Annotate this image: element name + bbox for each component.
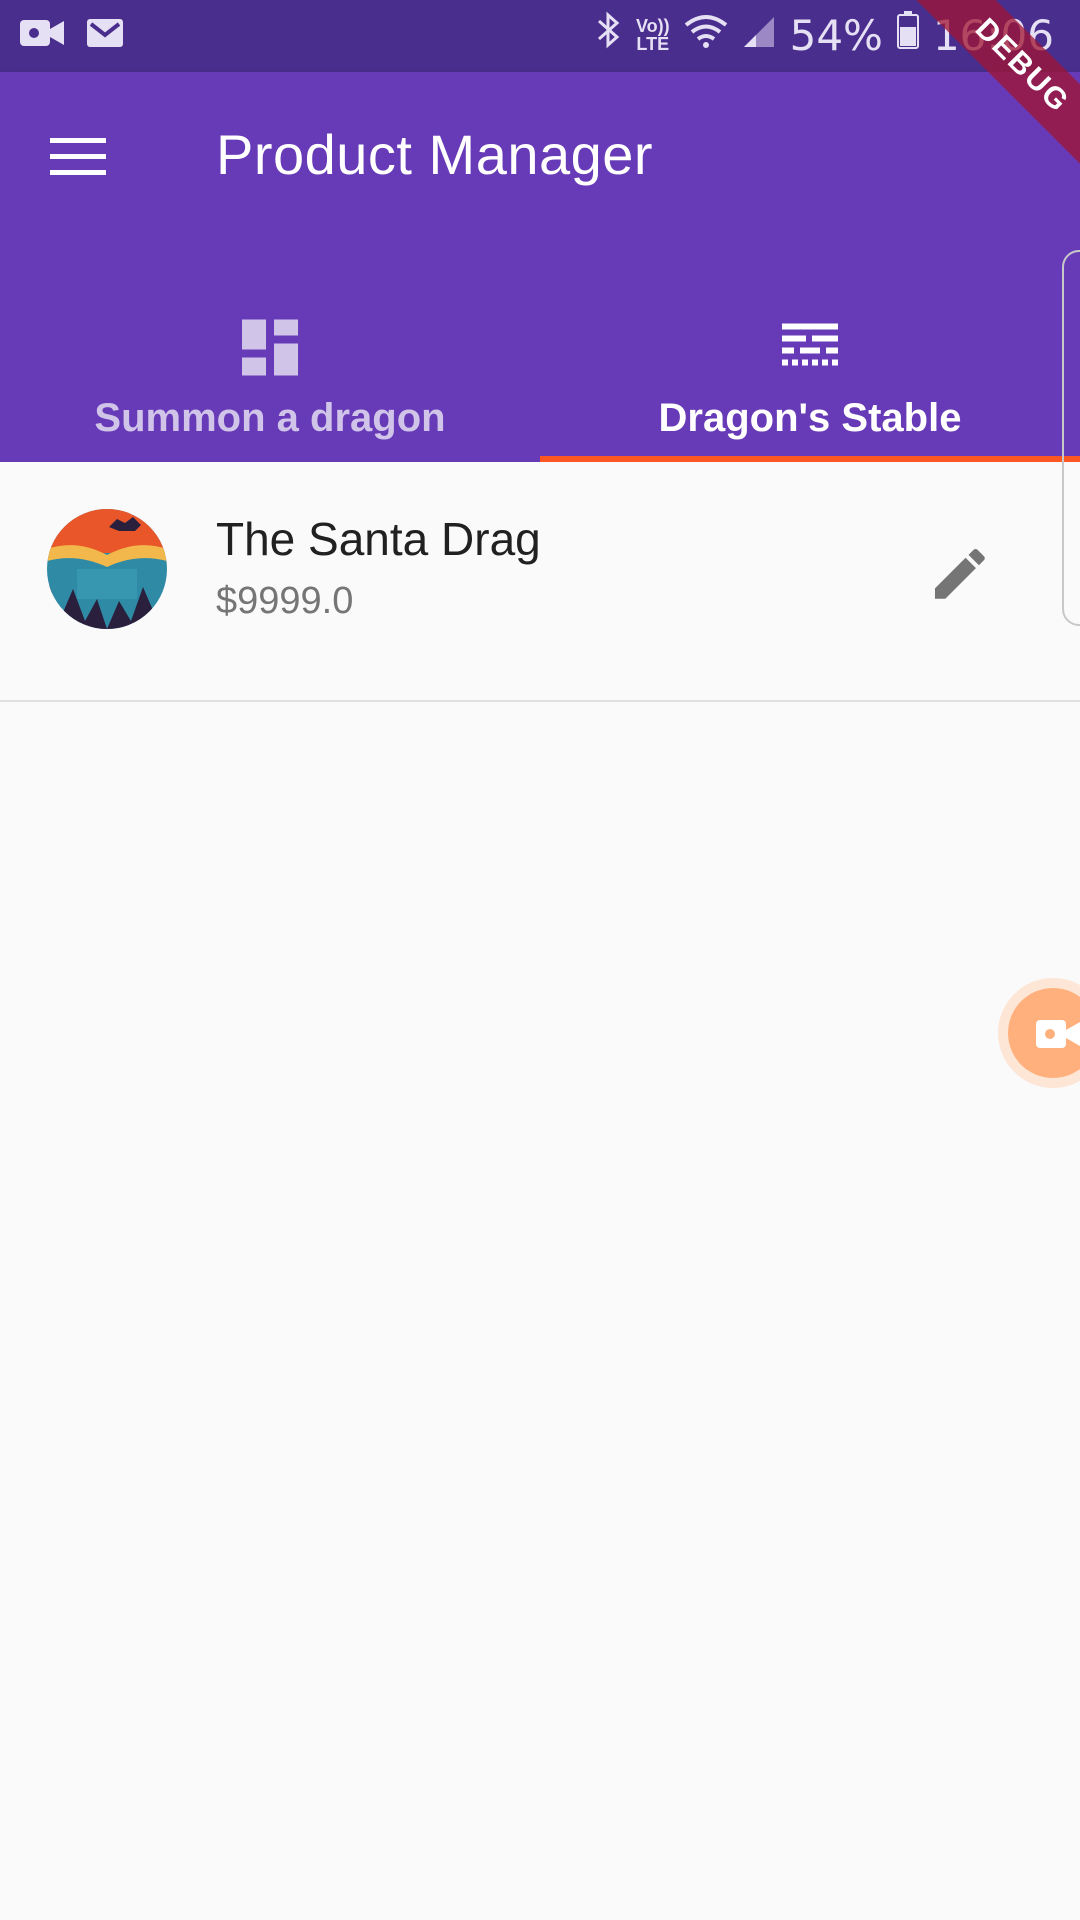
app-bar: Product Manager Summon a dragon Dragon's… [0,72,1080,462]
volte-bottom-label: LTE [636,34,670,54]
tab-label: Dragon's Stable [658,396,962,440]
battery-icon [896,11,919,59]
video-record-icon [1036,1020,1080,1053]
edge-panel-handle[interactable] [1062,250,1080,626]
menu-icon [50,138,106,182]
product-avatar [47,509,167,629]
battery-percent: 54% [789,10,883,60]
signal-icon [742,11,776,59]
bluetooth-icon [596,10,622,60]
product-title: The Santa Drag [216,513,541,565]
product-list-item[interactable]: The Santa Drag $9999.0 [0,462,1080,702]
record-bubble-inner [1008,988,1080,1078]
dashboard-icon [242,319,298,381]
page-title: Product Manager [216,123,654,186]
tab-summon-a-dragon[interactable]: Summon a dragon [0,272,540,462]
status-notifications [20,16,124,55]
product-price: $9999.0 [216,580,354,622]
mail-icon [86,17,124,54]
wifi-icon [684,11,728,59]
status-bar: Vo)) LTE 54% [0,0,1080,72]
tab-dragons-stable[interactable]: Dragon's Stable [540,272,1080,462]
video-camera-icon [20,16,64,55]
storage-icon [782,323,838,377]
edit-product-button[interactable] [920,534,1000,614]
edit-icon [920,548,1000,618]
volte-icon: Vo)) LTE [636,17,670,53]
screen: Vo)) LTE 54% Product Manager Summon a dr… [0,0,1080,1920]
tab-label: Summon a dragon [94,396,446,440]
menu-button[interactable] [50,134,120,190]
volte-top-label: Vo)) [635,16,670,36]
screen-recorder-bubble[interactable] [998,978,1080,1088]
tab-bar: Summon a dragon Dragon's Stable [0,272,1080,462]
